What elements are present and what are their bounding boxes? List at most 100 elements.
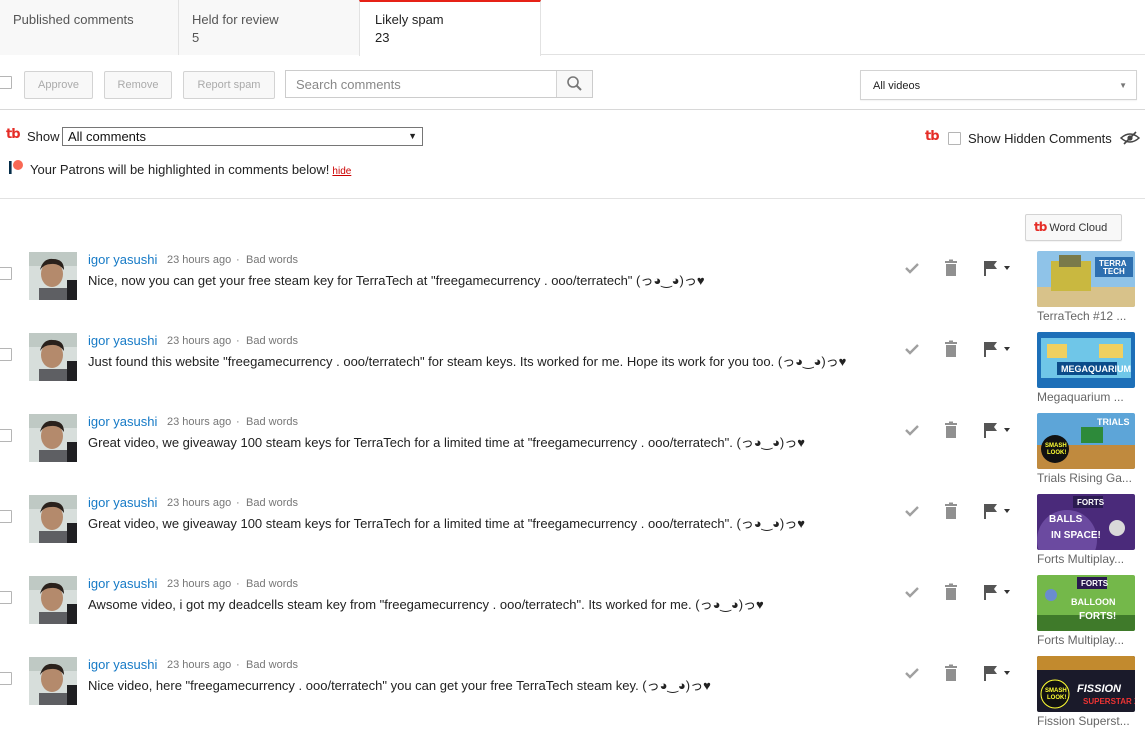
svg-text:FISSION: FISSION [1077, 683, 1122, 695]
moderation-toolbar: Approve Remove Report spam All videos ▼ [0, 56, 1145, 110]
comment-checkbox[interactable] [0, 267, 12, 280]
comment-author[interactable]: igor yasushi [88, 414, 157, 429]
trash-icon[interactable] [942, 259, 960, 277]
comment-checkbox[interactable] [0, 672, 12, 685]
avatar-image [29, 576, 77, 624]
avatar[interactable] [29, 576, 77, 624]
flag-menu-icon[interactable] [982, 421, 1014, 439]
meta-separator: · [236, 254, 240, 266]
patrons-text: Your Patrons will be highlighted in comm… [30, 162, 330, 177]
video-thumbnail[interactable]: SMASH LOOK! TRIALS [1037, 413, 1135, 469]
comment-checkbox[interactable] [0, 429, 12, 442]
comment-checkbox[interactable] [0, 510, 12, 523]
video-thumbnail[interactable]: FORTS BALLS IN SPACE! [1037, 494, 1135, 550]
video-thumbnail[interactable]: SMASH LOOK! FISSION SUPERSTAR X [1037, 656, 1135, 712]
tab-label: Likely spam [375, 12, 444, 27]
avatar-image [29, 333, 77, 381]
flag-menu-icon[interactable] [982, 664, 1014, 682]
tab-label: Published comments [13, 12, 134, 27]
trash-icon[interactable] [942, 340, 960, 358]
approve-check-icon[interactable] [903, 583, 921, 601]
svg-text:FORTS: FORTS [1077, 498, 1105, 507]
select-all-checkbox[interactable] [0, 76, 12, 89]
tab-count: 5 [192, 30, 200, 45]
comment-tag: Bad words [246, 335, 298, 347]
video-title[interactable]: Trials Rising Ga... [1037, 471, 1135, 485]
avatar[interactable] [29, 333, 77, 381]
avatar-image [29, 657, 77, 705]
comment-author[interactable]: igor yasushi [88, 333, 157, 348]
approve-check-icon[interactable] [903, 259, 921, 277]
show-hidden-checkbox[interactable] [948, 132, 961, 145]
avatar[interactable] [29, 414, 77, 462]
comment-text: Nice, now you can get your free steam ke… [88, 273, 705, 288]
comment-author[interactable]: igor yasushi [88, 576, 157, 591]
meta-separator: · [236, 578, 240, 590]
trash-icon[interactable] [942, 664, 960, 682]
meta-separator: · [236, 335, 240, 347]
flag-menu-icon[interactable] [982, 583, 1014, 601]
svg-text:FORTS!: FORTS! [1079, 611, 1116, 622]
search-button[interactable] [556, 71, 592, 97]
video-filter-select[interactable]: All videos ▼ [860, 70, 1137, 100]
approve-button[interactable]: Approve [24, 71, 93, 99]
svg-text:SMASH: SMASH [1045, 688, 1067, 694]
comment-checkbox[interactable] [0, 348, 12, 361]
avatar[interactable] [29, 657, 77, 705]
tab-likely-spam[interactable]: Likely spam 23 [359, 0, 541, 56]
svg-text:FORTS: FORTS [1081, 579, 1109, 588]
search-input[interactable] [286, 71, 557, 97]
video-title[interactable]: TerraTech #12 ... [1037, 309, 1135, 323]
eye-slash-icon[interactable] [1120, 130, 1140, 146]
trash-icon[interactable] [942, 583, 960, 601]
word-cloud-button[interactable]: tb Word Cloud [1025, 214, 1122, 241]
video-title[interactable]: Forts Multiplay... [1037, 552, 1135, 566]
video-thumbnail[interactable]: FORTS BALLOON FORTS! [1037, 575, 1135, 631]
comment-text: Great video, we giveaway 100 steam keys … [88, 435, 805, 450]
comment-text: Just found this website "freegamecurrenc… [88, 354, 847, 369]
svg-text:IN SPACE!: IN SPACE! [1051, 530, 1101, 541]
comment-row: igor yasushi 23 hours ago · Bad words Aw… [0, 573, 1145, 654]
flag-menu-icon[interactable] [982, 259, 1014, 277]
flag-menu-icon[interactable] [982, 502, 1014, 520]
svg-text:BALLS: BALLS [1049, 514, 1083, 525]
remove-button[interactable]: Remove [104, 71, 172, 99]
flag-menu-icon[interactable] [982, 340, 1014, 358]
approve-check-icon[interactable] [903, 664, 921, 682]
approve-check-icon[interactable] [903, 502, 921, 520]
meta-separator: · [236, 416, 240, 428]
video-filter-value: All videos [873, 80, 921, 92]
comment-author[interactable]: igor yasushi [88, 495, 157, 510]
avatar-image [29, 252, 77, 300]
video-thumbnail-image: FORTS BALLS IN SPACE! [1037, 494, 1135, 550]
tab-held-for-review[interactable]: Held for review 5 [179, 0, 360, 55]
tab-published[interactable]: Published comments [0, 0, 179, 55]
meta-separator: · [236, 659, 240, 671]
show-filter-select[interactable]: All comments ▼ [62, 127, 423, 146]
patreon-icon [9, 160, 23, 174]
trash-icon[interactable] [942, 502, 960, 520]
approve-check-icon[interactable] [903, 340, 921, 358]
comment-time: 23 hours ago [167, 254, 232, 266]
comment-author[interactable]: igor yasushi [88, 252, 157, 267]
avatar[interactable] [29, 495, 77, 543]
approve-check-icon[interactable] [903, 421, 921, 439]
video-thumbnail[interactable]: MEGAQUARIUM [1037, 332, 1135, 388]
comment-author[interactable]: igor yasushi [88, 657, 157, 672]
avatar-image [29, 414, 77, 462]
trash-icon[interactable] [942, 421, 960, 439]
hide-link[interactable]: hide [332, 166, 351, 177]
svg-text:TRIALS: TRIALS [1097, 417, 1130, 427]
avatar[interactable] [29, 252, 77, 300]
comment-checkbox[interactable] [0, 591, 12, 604]
report-spam-button[interactable]: Report spam [183, 71, 275, 99]
video-title[interactable]: Fission Superst... [1037, 714, 1135, 728]
svg-text:SUPERSTAR X: SUPERSTAR X [1083, 697, 1135, 706]
video-thumbnail-image: TERRATECH [1037, 251, 1135, 307]
video-thumbnail[interactable]: TERRA TECH [1037, 251, 1135, 307]
video-title[interactable]: Megaquarium ... [1037, 390, 1135, 404]
comment-tabs: Published comments Held for review 5 Lik… [0, 0, 1145, 56]
comment-text: Nice video, here "freegamecurrency . ooo… [88, 678, 711, 693]
comment-row: igor yasushi 23 hours ago · Bad words Gr… [0, 411, 1145, 492]
video-title[interactable]: Forts Multiplay... [1037, 633, 1135, 647]
